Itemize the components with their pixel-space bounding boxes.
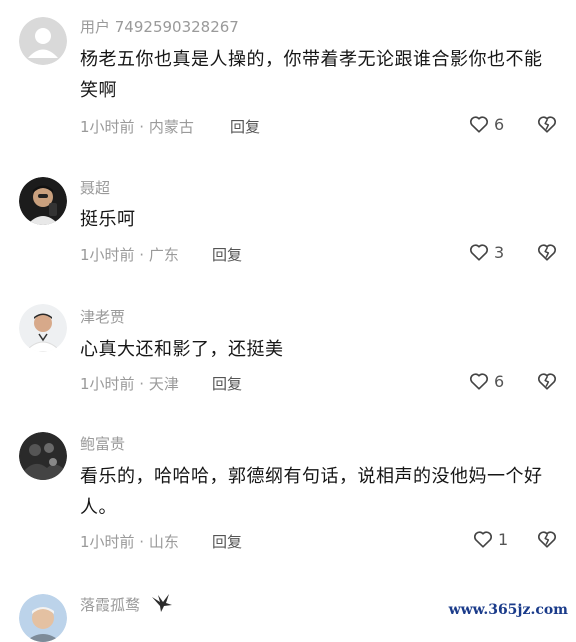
like-count: 1 (498, 529, 509, 549)
avatar[interactable] (19, 594, 67, 642)
broken-heart-icon (537, 373, 557, 390)
comment-meta: 1小时前 · 内蒙古 (80, 118, 194, 136)
default-user-avatar-icon (19, 17, 67, 65)
broken-heart-icon (537, 531, 557, 548)
username[interactable]: 鲍富贵 (80, 433, 125, 454)
like-count: 6 (494, 114, 505, 134)
reply-button[interactable]: 回复 (212, 373, 242, 394)
like-count: 6 (494, 371, 505, 391)
comment-item: 鲍富贵 看乐的，哈哈哈，郭德纲有句话，说相声的没他妈一个好人。 1小时前 · 山… (0, 418, 576, 580)
username[interactable]: 聂超 (80, 177, 110, 198)
heart-icon (473, 531, 493, 548)
reply-button[interactable]: 回复 (230, 116, 260, 137)
avatar[interactable] (19, 17, 67, 65)
watermark: www.365jz.com (448, 602, 568, 618)
comment-meta: 1小时前 · 山东 (80, 533, 179, 551)
selfie-avatar-icon (19, 177, 67, 225)
username[interactable]: 用户 7492590328267 (80, 16, 239, 37)
comment-text: 心真大还和影了，还挺美 (80, 339, 284, 360)
reply-button[interactable]: 回复 (212, 531, 242, 552)
username[interactable]: 津老贾 (80, 306, 125, 327)
comment-item: 用户 7492590328267 杨老五你也真是人操的，你带着孝无论跟谁合影你也… (0, 0, 576, 160)
broken-heart-icon (537, 116, 557, 133)
heart-icon (469, 244, 489, 261)
avatar[interactable] (19, 432, 67, 480)
reply-button[interactable]: 回复 (212, 244, 242, 265)
comment-item: 津老贾 心真大还和影了，还挺美 1小时前 · 天津 回复 6 (0, 290, 576, 418)
comment-text: 看乐的，哈哈哈，郭德纲有句话，说相声的没他妈一个好人。 (80, 466, 543, 518)
dislike-button[interactable] (536, 241, 558, 267)
avatar[interactable] (19, 304, 67, 352)
comment-text: 挺乐呵 (80, 209, 136, 230)
like-button[interactable]: 6 (468, 113, 504, 135)
broken-heart-icon (537, 244, 557, 261)
comment-text: 杨老五你也真是人操的，你带着孝无论跟谁合影你也不能笑啊 (80, 49, 543, 101)
avatar[interactable] (19, 177, 67, 225)
dislike-button[interactable] (536, 113, 558, 139)
heart-icon (469, 373, 489, 390)
portrait-avatar-icon (19, 304, 67, 352)
like-button[interactable]: 1 (472, 528, 508, 550)
comment-meta: 1小时前 · 广东 (80, 246, 179, 264)
username[interactable]: 落霞孤鹜 (80, 594, 140, 615)
dislike-button[interactable] (536, 528, 558, 554)
dislike-button[interactable] (536, 370, 558, 396)
comment-item: 聂超 挺乐呵 1小时前 · 广东 回复 3 (0, 160, 576, 290)
heart-icon (469, 116, 489, 133)
dark-photo-avatar-icon (19, 432, 67, 480)
like-button[interactable]: 6 (468, 370, 504, 392)
eagle-icon (152, 594, 172, 612)
like-count: 3 (494, 242, 505, 262)
comment-meta: 1小时前 · 天津 (80, 375, 179, 393)
like-button[interactable]: 3 (468, 241, 504, 263)
old-man-avatar-icon (19, 594, 67, 642)
